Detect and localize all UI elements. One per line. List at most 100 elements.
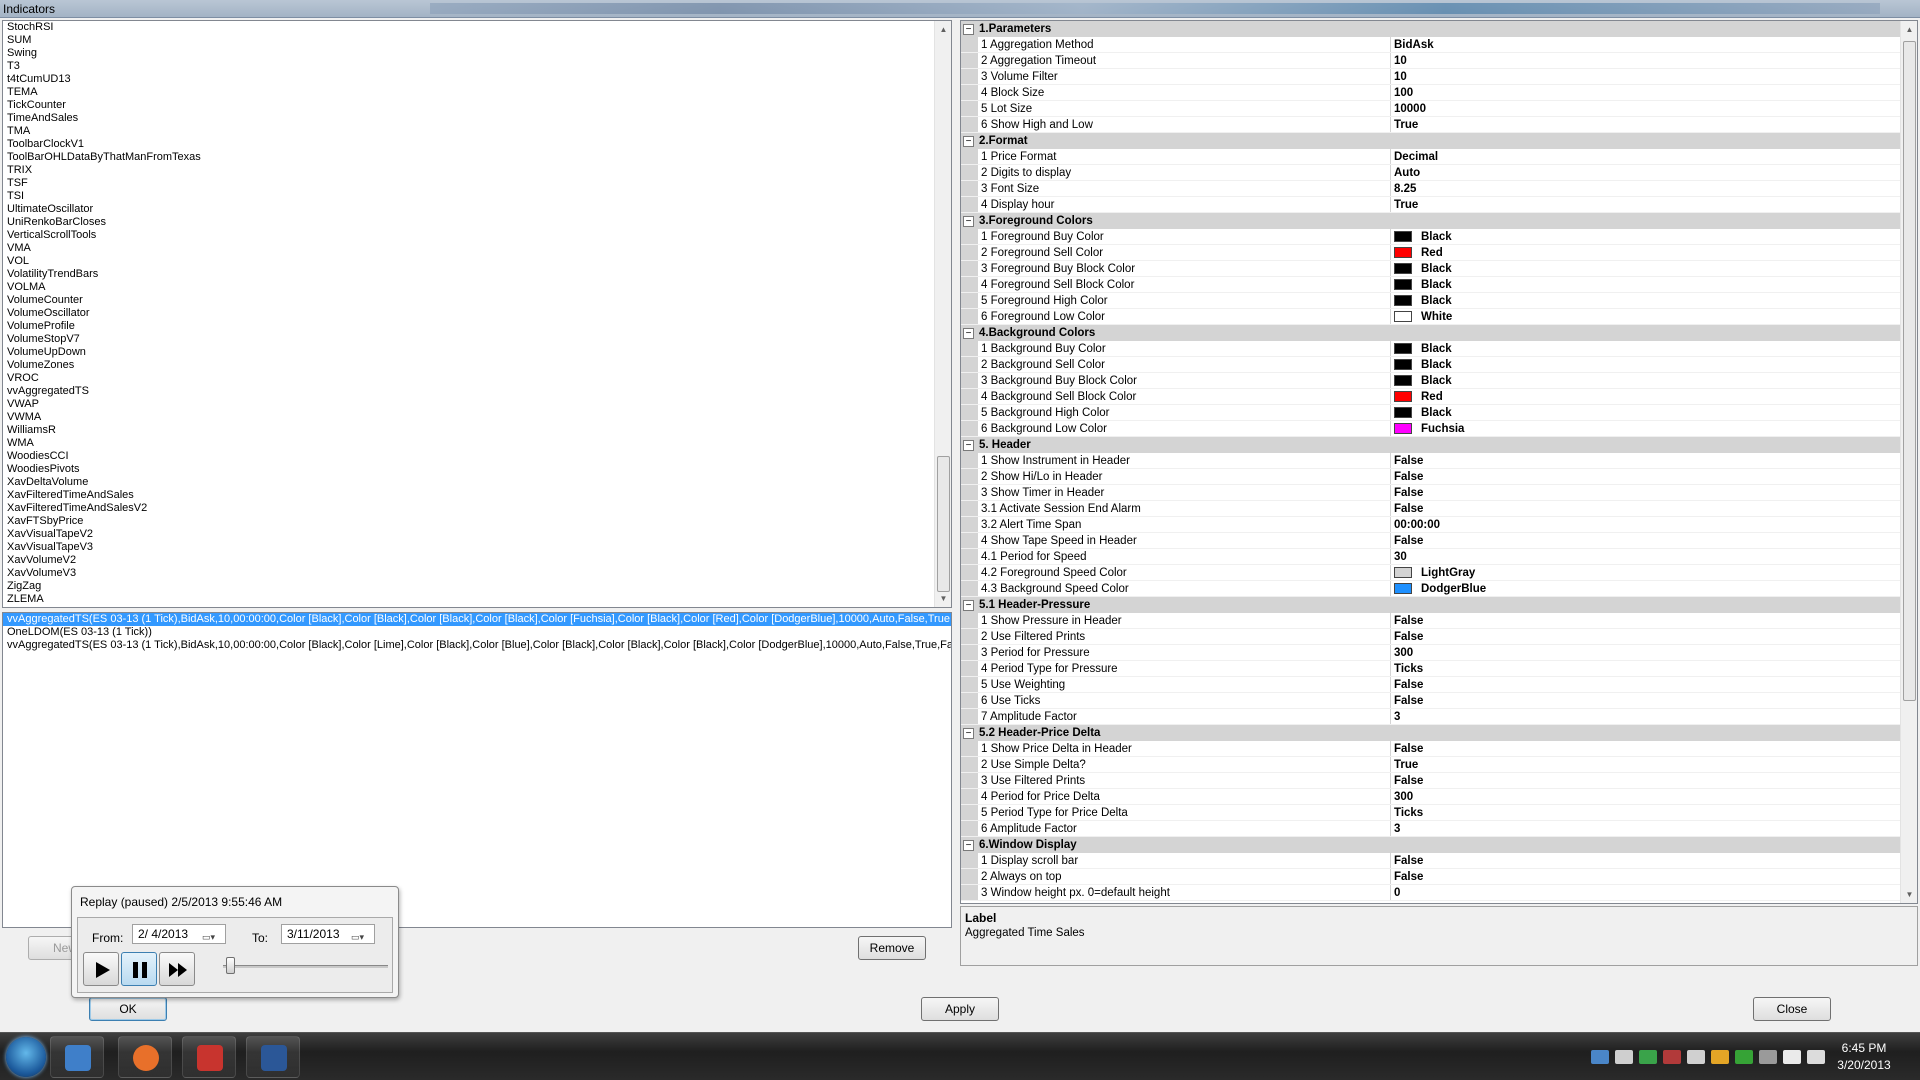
applied-indicator-item[interactable]: OneLDOM(ES 03-13 (1 Tick)) bbox=[3, 626, 951, 639]
collapse-icon[interactable]: − bbox=[963, 727, 974, 739]
property-category[interactable]: −3.Foreground Colors bbox=[961, 213, 1901, 229]
fast-forward-button[interactable] bbox=[159, 952, 195, 986]
property-row[interactable]: 4 Period for Price Delta 300 bbox=[961, 789, 1901, 805]
indicator-list-item[interactable]: WoodiesCCI bbox=[3, 450, 951, 463]
property-value[interactable]: False bbox=[1391, 869, 1901, 884]
indicator-list-item[interactable]: XavVisualTapeV2 bbox=[3, 528, 951, 541]
property-row[interactable]: 4.3 Background Speed Color DodgerBlue bbox=[961, 581, 1901, 597]
scroll-up-icon[interactable]: ▲ bbox=[935, 21, 951, 38]
replay-speed-slider[interactable] bbox=[223, 957, 388, 974]
property-row[interactable]: 2 Aggregation Timeout 10 bbox=[961, 53, 1901, 69]
property-category[interactable]: −1.Parameters bbox=[961, 21, 1901, 37]
indicator-list-item[interactable]: XavVolumeV2 bbox=[3, 554, 951, 567]
collapse-icon[interactable]: − bbox=[963, 599, 974, 611]
indicator-list-item[interactable]: TSI bbox=[3, 190, 951, 203]
property-value[interactable]: True bbox=[1391, 117, 1901, 132]
property-row[interactable]: 2 Show Hi/Lo in Header False bbox=[961, 469, 1901, 485]
property-value[interactable]: False bbox=[1391, 533, 1901, 548]
property-row[interactable]: 3 Window height px. 0=default height 0 bbox=[961, 885, 1901, 901]
property-value[interactable]: Black bbox=[1391, 357, 1901, 372]
property-value[interactable]: Black bbox=[1391, 373, 1901, 388]
property-category[interactable]: −4.Background Colors bbox=[961, 325, 1901, 341]
indicator-list-item[interactable]: ToolbarClockV1 bbox=[3, 138, 951, 151]
property-row[interactable]: 4 Block Size 100 bbox=[961, 85, 1901, 101]
taskbar-app-firefox[interactable] bbox=[118, 1036, 172, 1078]
indicator-list-item[interactable]: VolumeProfile bbox=[3, 320, 951, 333]
indicator-list-item[interactable]: VOLMA bbox=[3, 281, 951, 294]
property-row[interactable]: 5 Period Type for Price Delta Ticks bbox=[961, 805, 1901, 821]
indicator-list-item[interactable]: WMA bbox=[3, 437, 951, 450]
indicator-list-item[interactable]: VOL bbox=[3, 255, 951, 268]
indicator-list-item[interactable]: VolumeStopV7 bbox=[3, 333, 951, 346]
indicator-list-item[interactable]: VWMA bbox=[3, 411, 951, 424]
property-value[interactable]: False bbox=[1391, 693, 1901, 708]
property-value[interactable]: DodgerBlue bbox=[1391, 581, 1901, 596]
applied-indicator-item[interactable]: vvAggregatedTS(ES 03-13 (1 Tick),BidAsk,… bbox=[3, 613, 951, 626]
indicator-list-item[interactable]: ZLEMA bbox=[3, 593, 951, 606]
property-row[interactable]: 5 Use Weighting False bbox=[961, 677, 1901, 693]
property-row[interactable]: 4.1 Period for Speed 30 bbox=[961, 549, 1901, 565]
property-value[interactable]: Red bbox=[1391, 245, 1901, 260]
property-category[interactable]: −2.Format bbox=[961, 133, 1901, 149]
tray-app-icon[interactable] bbox=[1615, 1050, 1633, 1064]
scroll-thumb[interactable] bbox=[1903, 41, 1916, 701]
applied-indicators-list[interactable]: vvAggregatedTS(ES 03-13 (1 Tick),BidAsk,… bbox=[2, 612, 952, 928]
property-row[interactable]: 5 Foreground High Color Black bbox=[961, 293, 1901, 309]
property-value[interactable]: 3 bbox=[1391, 709, 1901, 724]
property-value[interactable]: 100 bbox=[1391, 85, 1901, 100]
indicator-list-item[interactable]: XavFTSbyPrice bbox=[3, 515, 951, 528]
property-value[interactable]: False bbox=[1391, 501, 1901, 516]
collapse-icon[interactable]: − bbox=[963, 23, 974, 35]
property-row[interactable]: 1 Price Format Decimal bbox=[961, 149, 1901, 165]
property-value[interactable]: Black bbox=[1391, 341, 1901, 356]
property-value[interactable]: Decimal bbox=[1391, 149, 1901, 164]
flag-icon[interactable] bbox=[1783, 1050, 1801, 1064]
collapse-icon[interactable]: − bbox=[963, 327, 974, 339]
property-value[interactable]: 300 bbox=[1391, 645, 1901, 660]
property-row[interactable]: 4 Display hour True bbox=[961, 197, 1901, 213]
property-value[interactable]: 10 bbox=[1391, 53, 1901, 68]
tray-app-icon[interactable] bbox=[1735, 1050, 1753, 1064]
property-row[interactable]: 2 Background Sell Color Black bbox=[961, 357, 1901, 373]
property-value[interactable]: 300 bbox=[1391, 789, 1901, 804]
property-row[interactable]: 4 Show Tape Speed in Header False bbox=[961, 533, 1901, 549]
network-icon[interactable] bbox=[1591, 1050, 1609, 1064]
property-row[interactable]: 3 Foreground Buy Block Color Black bbox=[961, 261, 1901, 277]
property-value[interactable]: White bbox=[1391, 309, 1901, 324]
indicator-list-item[interactable]: SUM bbox=[3, 34, 951, 47]
indicator-list-item[interactable]: TEMA bbox=[3, 86, 951, 99]
property-value[interactable]: False bbox=[1391, 773, 1901, 788]
indicator-list-item[interactable]: XavDeltaVolume bbox=[3, 476, 951, 489]
property-value[interactable]: Black bbox=[1391, 277, 1901, 292]
property-value[interactable]: 00:00:00 bbox=[1391, 517, 1901, 532]
property-value[interactable]: BidAsk bbox=[1391, 37, 1901, 52]
property-value[interactable]: 10000 bbox=[1391, 101, 1901, 116]
property-value[interactable]: True bbox=[1391, 757, 1901, 772]
indicator-list-item[interactable]: VolatilityTrendBars bbox=[3, 268, 951, 281]
property-value[interactable]: False bbox=[1391, 853, 1901, 868]
indicator-list-item[interactable]: StochRSI bbox=[3, 21, 951, 34]
property-row[interactable]: 2 Foreground Sell Color Red bbox=[961, 245, 1901, 261]
property-value[interactable]: Ticks bbox=[1391, 661, 1901, 676]
property-value[interactable]: 8.25 bbox=[1391, 181, 1901, 196]
indicator-list-item[interactable]: VolumeUpDown bbox=[3, 346, 951, 359]
indicator-list-item[interactable]: ToolBarOHLDataByThatManFromTexas bbox=[3, 151, 951, 164]
property-category[interactable]: −6.Window Display bbox=[961, 837, 1901, 853]
indicator-list-scrollbar[interactable]: ▲ ▼ bbox=[934, 21, 951, 607]
pause-button[interactable] bbox=[121, 952, 157, 986]
property-row[interactable]: 3.2 Alert Time Span 00:00:00 bbox=[961, 517, 1901, 533]
collapse-icon[interactable]: − bbox=[963, 439, 974, 451]
property-row[interactable]: 4 Period Type for Pressure Ticks bbox=[961, 661, 1901, 677]
scroll-thumb[interactable] bbox=[937, 456, 950, 592]
scroll-up-icon[interactable]: ▲ bbox=[1901, 21, 1917, 38]
applied-indicator-item[interactable]: vvAggregatedTS(ES 03-13 (1 Tick),BidAsk,… bbox=[3, 639, 951, 652]
taskbar-app-word[interactable] bbox=[246, 1036, 300, 1078]
start-button[interactable] bbox=[6, 1037, 46, 1077]
property-value[interactable]: False bbox=[1391, 741, 1901, 756]
property-row[interactable]: 4 Background Sell Block Color Red bbox=[961, 389, 1901, 405]
calendar-dropdown-icon[interactable]: ▭▾ bbox=[202, 928, 222, 942]
property-row[interactable]: 3 Font Size 8.25 bbox=[961, 181, 1901, 197]
indicator-list-item[interactable]: TSF bbox=[3, 177, 951, 190]
property-row[interactable]: 3 Period for Pressure 300 bbox=[961, 645, 1901, 661]
property-value[interactable]: Black bbox=[1391, 405, 1901, 420]
